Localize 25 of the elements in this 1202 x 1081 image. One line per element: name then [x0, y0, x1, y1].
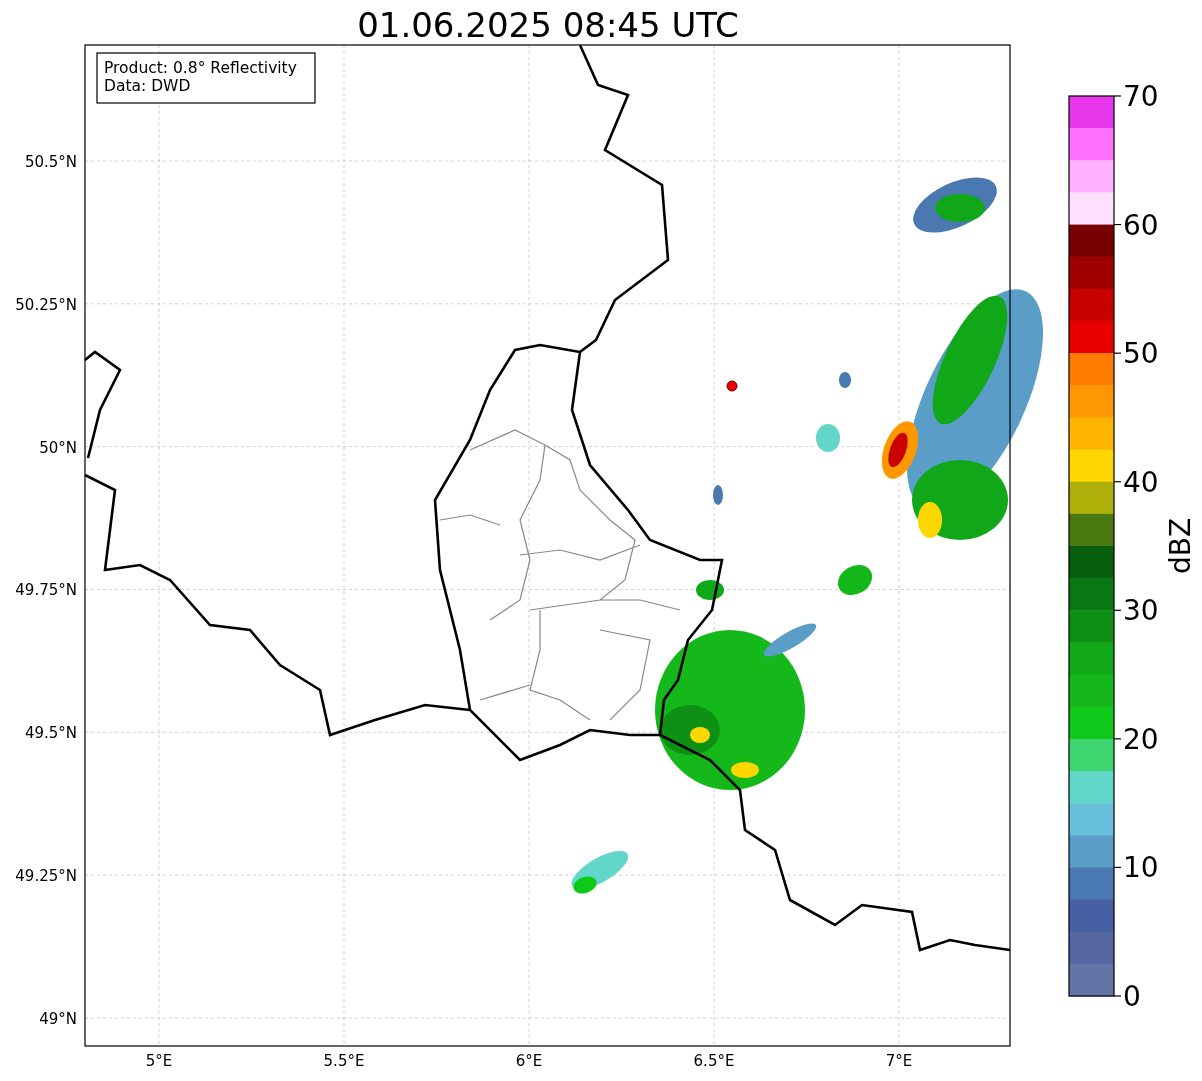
colorbar-tick-label: 50: [1123, 337, 1159, 371]
longitude-label: 6.5°E: [693, 1052, 735, 1070]
latitude-label: 50°N: [39, 438, 77, 457]
info-text: Data: DWD: [104, 77, 191, 95]
colorbar-tick-label: 20: [1123, 722, 1159, 756]
info-text: Product: 0.8° Reflectivity: [104, 59, 297, 77]
longitude-label: 6°E: [515, 1052, 543, 1070]
longitude-label: 7°E: [885, 1052, 913, 1070]
colorbar-tick-label: 10: [1123, 851, 1159, 885]
radar-site-marker: [726, 380, 738, 392]
longitude-label: 5.5°E: [323, 1052, 365, 1070]
latitude-label: 49°N: [39, 1009, 77, 1028]
latitude-label: 49.25°N: [15, 867, 77, 886]
latitude-label: 49.5°N: [24, 724, 77, 743]
latitude-label: 49.75°N: [15, 581, 77, 600]
colorbar-tick-label: 30: [1123, 594, 1159, 628]
colorbar-tick-label: 70: [1123, 80, 1159, 113]
latitude-label: 50.5°N: [24, 153, 77, 171]
longitude-label: 5°E: [145, 1052, 173, 1070]
latitude-label: 50.25°N: [15, 295, 77, 314]
colorbar-tick-label: 40: [1123, 465, 1159, 499]
chart-title: 01.06.2025 08:45 UTC: [357, 5, 739, 45]
colorbar-tick-label: 60: [1123, 208, 1159, 242]
colorbar-tick-label: 0: [1123, 980, 1141, 1013]
colorbar-label: dBZ: [1164, 517, 1197, 575]
